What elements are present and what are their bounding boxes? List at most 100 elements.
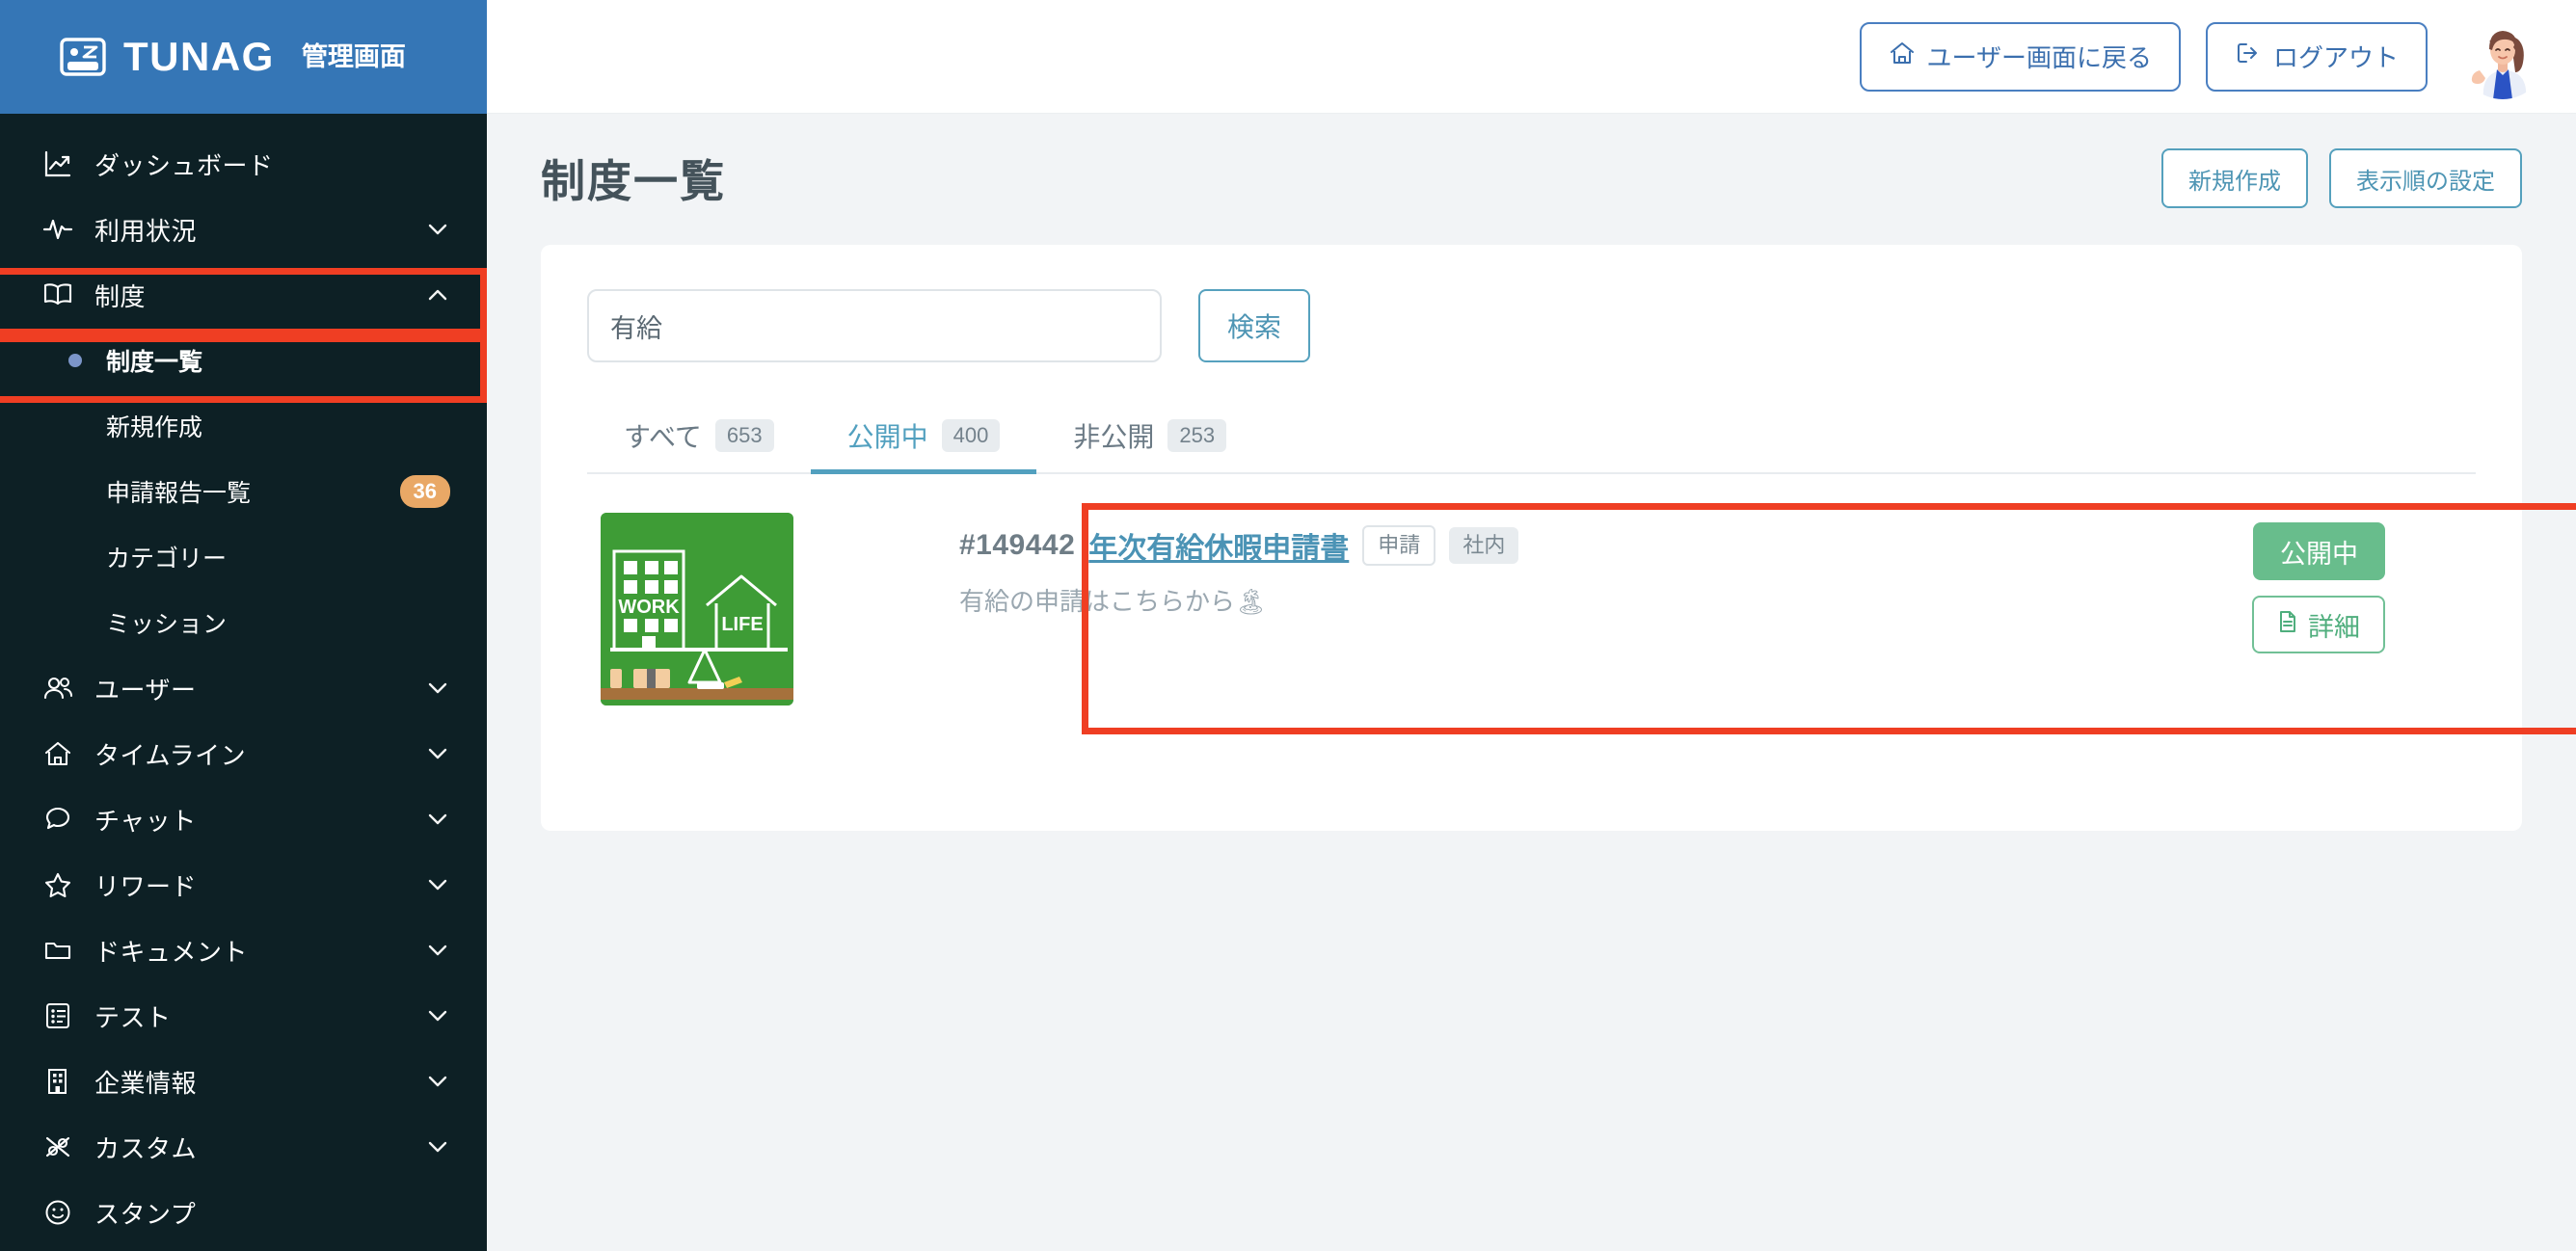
brand-name: TUNAG <box>123 34 275 79</box>
row-description: 有給の申請はこちらから🏝 <box>959 587 1268 616</box>
sidebar-subitem-badge: 36 <box>399 475 450 508</box>
logout-label: ログアウト <box>2272 43 2399 72</box>
sidebar-item-label: リワード <box>94 871 198 901</box>
chevron-up-icon <box>425 282 450 307</box>
row-id: #149442 <box>959 529 1076 561</box>
sidebar-item-timeline[interactable]: タイムライン <box>0 721 487 786</box>
work-life-balance-chalkboard-image[interactable]: WORK LIFE <box>601 513 793 705</box>
sidebar-item-label: 企業情報 <box>94 1068 198 1098</box>
page-header: 制度一覧 新規作成 表示順の設定 <box>487 114 2576 210</box>
tab-label: 非公開 <box>1073 422 1155 452</box>
sidebar-item-custom[interactable]: カスタム <box>0 1114 487 1180</box>
chevron-down-icon <box>425 938 450 963</box>
tab-count: 653 <box>714 418 774 453</box>
page-header-actions: 新規作成 表示順の設定 <box>2161 148 2522 208</box>
tab-published[interactable]: 公開中 400 <box>810 416 1037 474</box>
sidebar-item-dashboard[interactable]: ダッシュボード <box>0 131 487 197</box>
new-create-button[interactable]: 新規作成 <box>2161 148 2308 208</box>
sidebar-item-label: 利用状況 <box>94 216 198 246</box>
sidebar-subitem-label: 新規作成 <box>106 414 203 441</box>
row-title-line: #149442 年次有給休暇申請書 申請 社内 <box>959 524 2252 567</box>
search-row: 検索 <box>587 289 2476 362</box>
detail-button[interactable]: 詳細 <box>2252 596 2385 653</box>
svg-text:WORK: WORK <box>618 597 680 618</box>
row-title-link[interactable]: 年次有給休暇申請書 <box>1088 524 1349 567</box>
search-input[interactable] <box>587 289 1162 362</box>
table-row: WORK LIFE #149442 年次有給休暇申請書 申請 社内 有給の申請は… <box>587 488 2476 725</box>
app-root: TUNAG 管理画面 ダッシュボード 利用状況 制度 制度一覧 新規作成 申請報… <box>0 0 2576 1251</box>
sidebar-item-usage[interactable]: 利用状況 <box>0 197 487 262</box>
row-body: #149442 年次有給休暇申請書 申請 社内 有給の申請はこちらから🏝 <box>793 513 2252 618</box>
home-icon <box>39 739 77 768</box>
users-icon <box>39 674 77 703</box>
tab-unpublished[interactable]: 非公開 253 <box>1036 416 1263 472</box>
chip-internal: 社内 <box>1449 526 1519 565</box>
tab-count: 253 <box>1167 418 1227 453</box>
sidebar-item-chat[interactable]: チャット <box>0 786 487 852</box>
sidebar: TUNAG 管理画面 ダッシュボード 利用状況 制度 制度一覧 新規作成 申請報… <box>0 0 487 1251</box>
sidebar-subitem-label: ミッション <box>106 611 228 638</box>
detail-button-label: 詳細 <box>2308 612 2360 642</box>
sidebar-nav: ダッシュボード 利用状況 制度 制度一覧 新規作成 申請報告一覧 36 カテゴリ… <box>0 114 487 1245</box>
sidebar-subitem-mission[interactable]: ミッション <box>0 590 487 655</box>
sidebar-item-label: タイムライン <box>94 740 247 770</box>
sidebar-item-label: ドキュメント <box>94 937 249 967</box>
tab-all[interactable]: すべて 653 <box>587 416 811 472</box>
sidebar-item-label: ダッシュボード <box>94 150 274 180</box>
chevron-down-icon <box>425 676 450 701</box>
logout-button[interactable]: ログアウト <box>2205 21 2428 92</box>
topbar: ユーザー画面に戻る ログアウト <box>487 0 2576 114</box>
sidebar-item-test[interactable]: テスト <box>0 983 487 1049</box>
sidebar-subitem-label: 申請報告一覧 <box>106 480 252 507</box>
book-open-icon <box>39 280 77 309</box>
sidebar-item-users[interactable]: ユーザー <box>0 655 487 721</box>
svg-text:LIFE: LIFE <box>721 614 763 635</box>
avatar[interactable] <box>2460 13 2545 99</box>
building-icon <box>39 1067 77 1096</box>
sidebar-subitem-category[interactable]: カテゴリー <box>0 524 487 590</box>
sidebar-item-label: カスタム <box>94 1133 198 1163</box>
sidebar-item-label: スタンプ <box>94 1199 197 1229</box>
sidebar-item-label: 制度 <box>94 281 147 311</box>
star-icon <box>39 870 77 899</box>
tab-label: すべて <box>624 422 702 452</box>
sidebar-item-label: チャット <box>94 806 197 836</box>
chat-bubble-icon <box>39 805 77 834</box>
back-to-user-screen-button[interactable]: ユーザー画面に戻る <box>1859 21 2181 92</box>
bullet-dot-icon <box>58 354 93 367</box>
chevron-down-icon <box>425 872 450 897</box>
sidebar-item-label: テスト <box>94 1002 172 1032</box>
sidebar-subitem-seido-list[interactable]: 制度一覧 <box>0 328 487 393</box>
chevron-down-icon <box>425 217 450 242</box>
display-order-settings-button[interactable]: 表示順の設定 <box>2329 148 2522 208</box>
sidebar-item-label: ユーザー <box>94 675 197 705</box>
home-icon <box>1889 40 1916 72</box>
tab-label: 公開中 <box>846 422 928 452</box>
logout-icon <box>2235 40 2262 72</box>
smiley-icon <box>39 1198 77 1227</box>
brand-header[interactable]: TUNAG 管理画面 <box>0 0 487 114</box>
sidebar-item-company[interactable]: 企業情報 <box>0 1049 487 1114</box>
sidebar-subitem-applications[interactable]: 申請報告一覧 36 <box>0 459 487 524</box>
chevron-down-icon <box>425 1003 450 1028</box>
sidebar-item-reward[interactable]: リワード <box>0 852 487 918</box>
back-to-user-screen-label: ユーザー画面に戻る <box>1926 43 2152 72</box>
sidebar-item-document[interactable]: ドキュメント <box>0 918 487 983</box>
status-tabs: すべて 653 公開中 400 非公開 253 <box>587 405 2476 474</box>
chevron-down-icon <box>425 1134 450 1159</box>
search-button[interactable]: 検索 <box>1198 289 1311 362</box>
sidebar-item-seido[interactable]: 制度 <box>0 262 487 328</box>
sidebar-item-stamp[interactable]: スタンプ <box>0 1180 487 1245</box>
page-title: 制度一覧 <box>541 156 726 206</box>
main-content: ユーザー画面に戻る ログアウト 制度一覧 新規作成 表示順の設定 有給 検索 す… <box>487 0 2576 1251</box>
folder-icon <box>39 936 77 965</box>
row-actions: 公開中 詳細 <box>2252 513 2466 653</box>
chip-application: 申請 <box>1362 524 1436 567</box>
sidebar-subitem-new[interactable]: 新規作成 <box>0 393 487 459</box>
chevron-down-icon <box>425 1069 450 1094</box>
status-badge-published[interactable]: 公開中 <box>2253 522 2385 580</box>
checklist-icon <box>39 1001 77 1030</box>
content-card: 検索 すべて 653 公開中 400 非公開 253 <box>541 245 2522 831</box>
chevron-down-icon <box>425 741 450 766</box>
chevron-down-icon <box>425 807 450 832</box>
